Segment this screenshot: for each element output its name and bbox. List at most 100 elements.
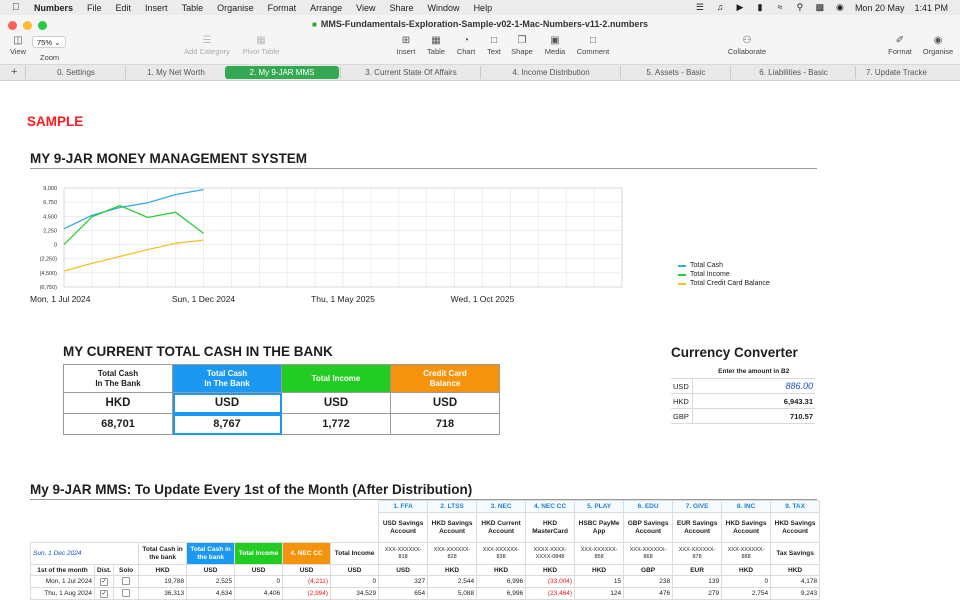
menu-app[interactable]: Numbers xyxy=(34,3,73,13)
account-number[interactable]: XXX-XXXXXX-838 xyxy=(476,542,527,565)
account-number[interactable]: XXX-XXXXXX-828 xyxy=(427,542,478,565)
jar-label[interactable]: 2. LTSS xyxy=(427,500,478,513)
currency-cell[interactable]: HKD xyxy=(476,564,527,576)
cash-header[interactable]: Total Income xyxy=(281,364,391,393)
menu-edit[interactable]: Edit xyxy=(116,3,132,13)
add-category-button[interactable]: ☰ Add Category xyxy=(180,35,234,56)
shape-button[interactable]: ❒ Shape xyxy=(504,35,540,56)
converter-note[interactable]: Enter the amount in B2 xyxy=(692,364,815,379)
play-icon[interactable]: ▶ xyxy=(735,3,745,12)
menu-window[interactable]: Window xyxy=(428,3,460,13)
comment-button[interactable]: □ Comment xyxy=(575,35,611,56)
currency-cell[interactable]: HKD xyxy=(770,564,821,576)
value-cell[interactable]: 2,525 xyxy=(186,575,236,588)
line-chart[interactable]: 9,000 6,750 4,500 2,250 0 (2,250) (4,500) (6,75… xyxy=(30,182,630,315)
value-cell[interactable]: 139 xyxy=(672,575,723,588)
value-cell[interactable]: 19,788 xyxy=(138,575,188,588)
account-number[interactable]: XXX-XXXXXX-888 xyxy=(721,542,772,565)
cash-currency[interactable]: HKD xyxy=(63,392,173,414)
value-cell[interactable]: 327 xyxy=(378,575,429,588)
value-cell[interactable]: 238 xyxy=(623,575,674,588)
jar-head[interactable]: HKD Savings Account xyxy=(427,512,478,543)
currency-cell[interactable]: GBP xyxy=(623,564,674,576)
jar-head[interactable]: HKD Current Account xyxy=(476,512,527,543)
cash-currency[interactable]: USD xyxy=(390,392,500,414)
jar-label[interactable]: 8. INC xyxy=(721,500,772,513)
dist-checkbox[interactable]: ✓ xyxy=(93,575,115,588)
pivot-table-button[interactable]: ▦ Pivot Table xyxy=(238,35,284,56)
value-cell[interactable]: (4,211) xyxy=(282,575,332,588)
value-cell[interactable]: 124 xyxy=(574,587,625,600)
menu-share[interactable]: Share xyxy=(390,3,414,13)
tab-income-distribution[interactable]: 4. Income Distribution xyxy=(480,66,621,79)
tab-9-jar-mms[interactable]: 2. My 9-JAR MMS xyxy=(225,66,339,79)
value-cell[interactable]: 4,406 xyxy=(234,587,284,600)
month-cell[interactable]: Thu, 1 Aug 2024 xyxy=(30,587,95,600)
cash-header[interactable]: Total Cash In The Bank xyxy=(172,364,282,393)
bank-head[interactable]: Total Income xyxy=(234,542,284,565)
cash-header[interactable]: Credit Card Balance xyxy=(390,364,500,393)
control-center-icon[interactable]: ▩ xyxy=(815,3,825,12)
currency-cell[interactable]: USD xyxy=(186,564,236,576)
account-number[interactable]: Tax Savings xyxy=(770,542,821,565)
value-cell[interactable]: (2,994) xyxy=(282,587,332,600)
wifi-icon[interactable]: ≈ xyxy=(775,3,785,12)
dist-checkbox[interactable]: ✓ xyxy=(93,587,115,600)
currency-cell[interactable]: HKD xyxy=(574,564,625,576)
value-cell[interactable]: 0 xyxy=(721,575,772,588)
menu-arrange[interactable]: Arrange xyxy=(310,3,342,13)
value-cell[interactable]: 4,178 xyxy=(770,575,821,588)
currency-cell[interactable]: HKD xyxy=(721,564,772,576)
jar-head[interactable]: HKD MasterCard xyxy=(525,512,576,543)
cash-value[interactable]: 718 xyxy=(390,413,500,435)
solo-checkbox[interactable] xyxy=(113,587,140,600)
cash-currency[interactable]: USD xyxy=(281,392,391,414)
col-month-header[interactable]: 1st of the month xyxy=(30,564,95,576)
menubar-time[interactable]: 1:41 PM xyxy=(914,3,948,13)
menu-format[interactable]: Format xyxy=(268,3,297,13)
layers-icon[interactable]: ☰ xyxy=(695,3,705,12)
jar-label[interactable]: 6. EDU xyxy=(623,500,674,513)
currency-cell[interactable]: HKD xyxy=(427,564,478,576)
apple-icon[interactable]:  xyxy=(12,2,24,13)
jar-head[interactable]: EUR Savings Account xyxy=(672,512,723,543)
value-cell[interactable]: 6,996 xyxy=(476,575,527,588)
jar-label[interactable]: 9. TAX xyxy=(770,500,821,513)
account-number[interactable]: XXX-XXXXXX-818 xyxy=(378,542,429,565)
value-cell[interactable]: 5,088 xyxy=(427,587,478,600)
menu-insert[interactable]: Insert xyxy=(145,3,168,13)
menubar-date[interactable]: Mon 20 May xyxy=(855,3,905,13)
value-cell[interactable]: 2,754 xyxy=(721,587,772,600)
currency-cell[interactable]: USD xyxy=(330,564,380,576)
jar-label[interactable]: 4. NEC CC xyxy=(525,500,576,513)
view-button[interactable]: ◫ View xyxy=(0,35,36,56)
bank-head[interactable]: 4. NEC CC xyxy=(282,542,332,565)
collaborate-button[interactable]: ⚇ Collaborate xyxy=(722,35,772,56)
converter-input[interactable]: 886.00 xyxy=(692,378,815,394)
media-button[interactable]: ▣ Media xyxy=(537,35,573,56)
value-cell[interactable]: 0 xyxy=(234,575,284,588)
bank-head[interactable]: Total Income xyxy=(330,542,380,565)
battery-icon[interactable]: ▮ xyxy=(755,3,765,12)
jar-head[interactable]: GBP Savings Account xyxy=(623,512,674,543)
jar-label[interactable]: 7. GIVE xyxy=(672,500,723,513)
siri-icon[interactable]: ◉ xyxy=(835,3,845,12)
value-cell[interactable]: 279 xyxy=(672,587,723,600)
currency-cell[interactable]: USD xyxy=(234,564,284,576)
cash-value[interactable]: 8,767 xyxy=(172,413,282,435)
cash-currency[interactable]: USD xyxy=(172,392,282,414)
account-number[interactable]: XXX-XXXXXX-878 xyxy=(672,542,723,565)
value-cell[interactable]: 34,529 xyxy=(330,587,380,600)
jar-label[interactable]: 1. FFA xyxy=(378,500,429,513)
menu-view[interactable]: View xyxy=(356,3,375,13)
value-cell[interactable]: (23,464) xyxy=(525,587,576,600)
jar-label[interactable]: 5. PLAY xyxy=(574,500,625,513)
bank-head[interactable]: Total Cash in the bank xyxy=(138,542,188,565)
col-solo-header[interactable]: Solo xyxy=(113,564,140,576)
tab-liabilities-basic[interactable]: 6. Liabilities - Basic xyxy=(730,66,856,79)
zoom-select[interactable]: 75% ⌄ xyxy=(32,36,66,48)
converter-value[interactable]: 6,943.31 xyxy=(692,393,815,409)
cash-value[interactable]: 68,701 xyxy=(63,413,173,435)
menu-help[interactable]: Help xyxy=(474,3,493,13)
add-sheet-icon[interactable]: + xyxy=(11,66,17,78)
